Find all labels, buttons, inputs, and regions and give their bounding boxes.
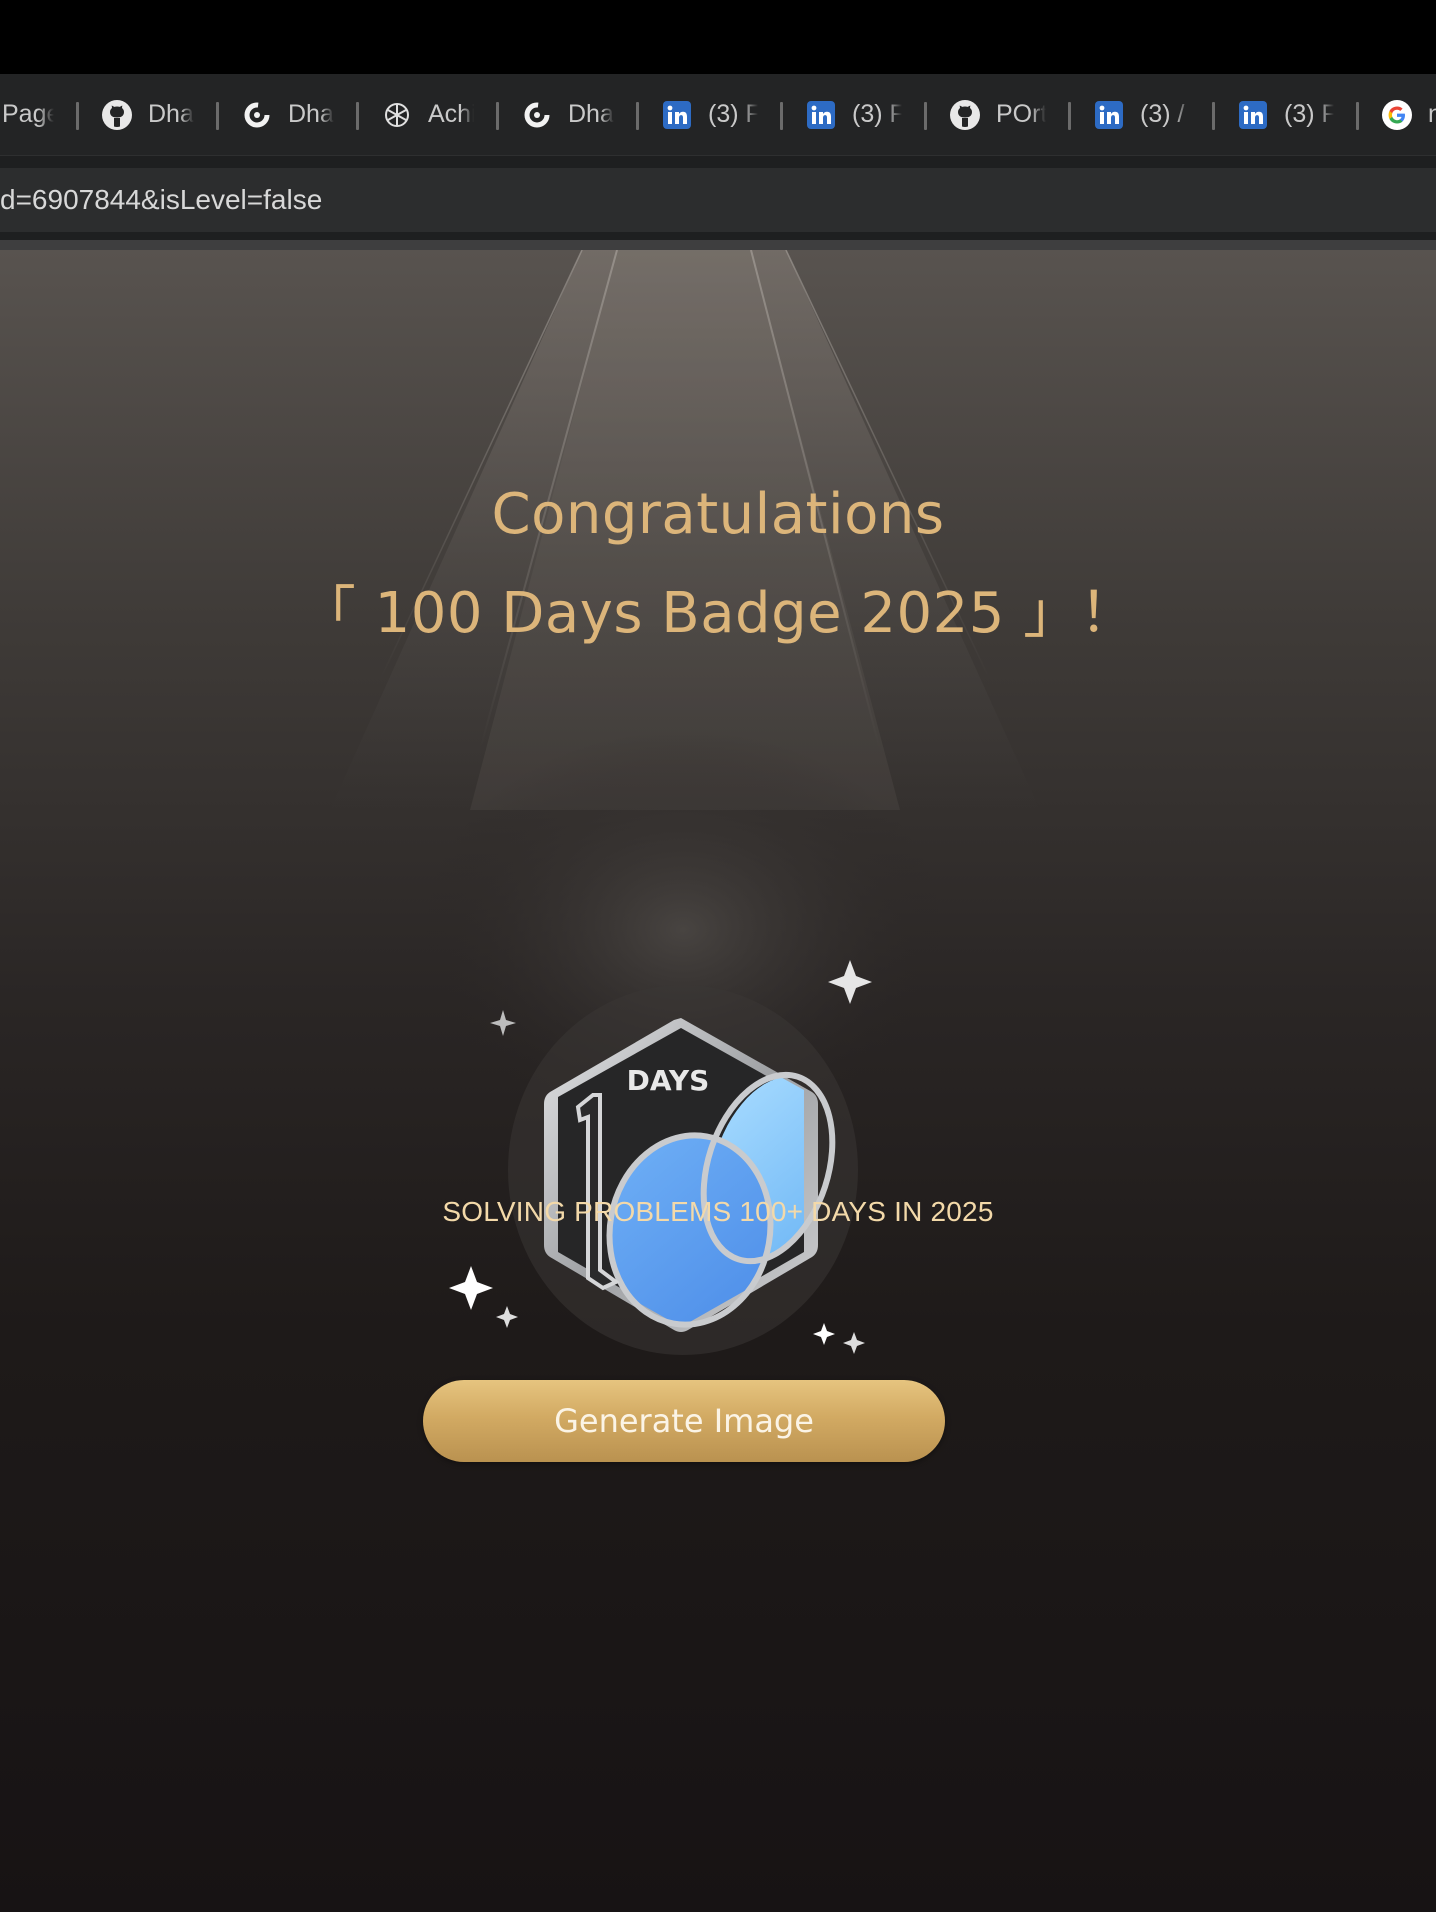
bookmark-label: Dhar <box>568 100 614 128</box>
bookmark-item[interactable]: (3) F <box>780 93 926 137</box>
bookmark-item[interactable]: (3) F <box>1212 93 1358 137</box>
github-icon <box>948 98 982 132</box>
bookmark-label: (3) F <box>852 100 902 128</box>
bookmark-label: Achi <box>428 100 474 128</box>
bookmark-label: (3) / <box>1140 100 1185 128</box>
bookmark-label: Page <box>2 100 54 128</box>
google-icon <box>1380 98 1414 132</box>
bookmarks-bar: Page Dhar Dhar Achi Dhar (3) F (3) F <box>0 74 1436 156</box>
linkedin-icon <box>1236 98 1270 132</box>
congratulations-heading: Congratulations <box>491 482 945 547</box>
address-bar[interactable]: d=6907844&isLevel=false <box>0 168 1436 232</box>
badge-name-heading: 「 100 Days Badge 2025 」！ <box>299 581 1137 646</box>
bookmark-label: (3) F <box>708 100 758 128</box>
leetcode-icon <box>240 98 274 132</box>
address-bar-url: d=6907844&isLevel=false <box>0 184 323 215</box>
bookmark-label: Dhar <box>288 100 334 128</box>
bookmark-item[interactable]: Dhar <box>76 93 218 137</box>
bookmark-label: Dhar <box>148 100 194 128</box>
address-bar-container: d=6907844&isLevel=false <box>0 156 1436 250</box>
sparkle-icon <box>490 1010 516 1036</box>
badge-page: Congratulations 「 100 Days Badge 2025 」！ <box>0 250 1436 1912</box>
sparkle-icon <box>828 960 872 1004</box>
generate-image-button[interactable]: Generate Image <box>423 1380 945 1462</box>
sparkle-icon <box>496 1306 518 1328</box>
sparkle-icon <box>449 1266 493 1310</box>
leetcode-icon <box>520 98 554 132</box>
badge-description: SOLVING PROBLEMS 100+ DAYS IN 2025 <box>442 1196 994 1227</box>
sparkle-icon <box>813 1323 835 1345</box>
bookmark-item[interactable]: Page <box>0 93 78 137</box>
toolbar-divider <box>0 240 1436 250</box>
linkedin-icon <box>1092 98 1126 132</box>
badge-days-label: DAYS <box>627 1064 710 1097</box>
bookmark-item[interactable]: Dhar <box>496 93 638 137</box>
bookmark-item[interactable]: Achi <box>356 93 498 137</box>
bookmark-item[interactable]: n <box>1356 93 1436 137</box>
chatgpt-icon <box>380 98 414 132</box>
badge-illustration: DAYS <box>449 960 872 1355</box>
sparkle-icon <box>843 1332 865 1354</box>
bookmark-item[interactable]: (3) / <box>1068 93 1214 137</box>
bookmark-label: (3) F <box>1284 100 1334 128</box>
bookmark-item[interactable]: Dhar <box>216 93 358 137</box>
bookmark-label: n <box>1428 100 1436 129</box>
window-top-bar <box>0 0 1436 74</box>
bookmark-label: POrt <box>996 100 1046 128</box>
bookmark-item[interactable]: POrt <box>924 93 1070 137</box>
linkedin-icon <box>660 98 694 132</box>
github-icon <box>100 98 134 132</box>
bookmark-item[interactable]: (3) F <box>636 93 782 137</box>
linkedin-icon <box>804 98 838 132</box>
